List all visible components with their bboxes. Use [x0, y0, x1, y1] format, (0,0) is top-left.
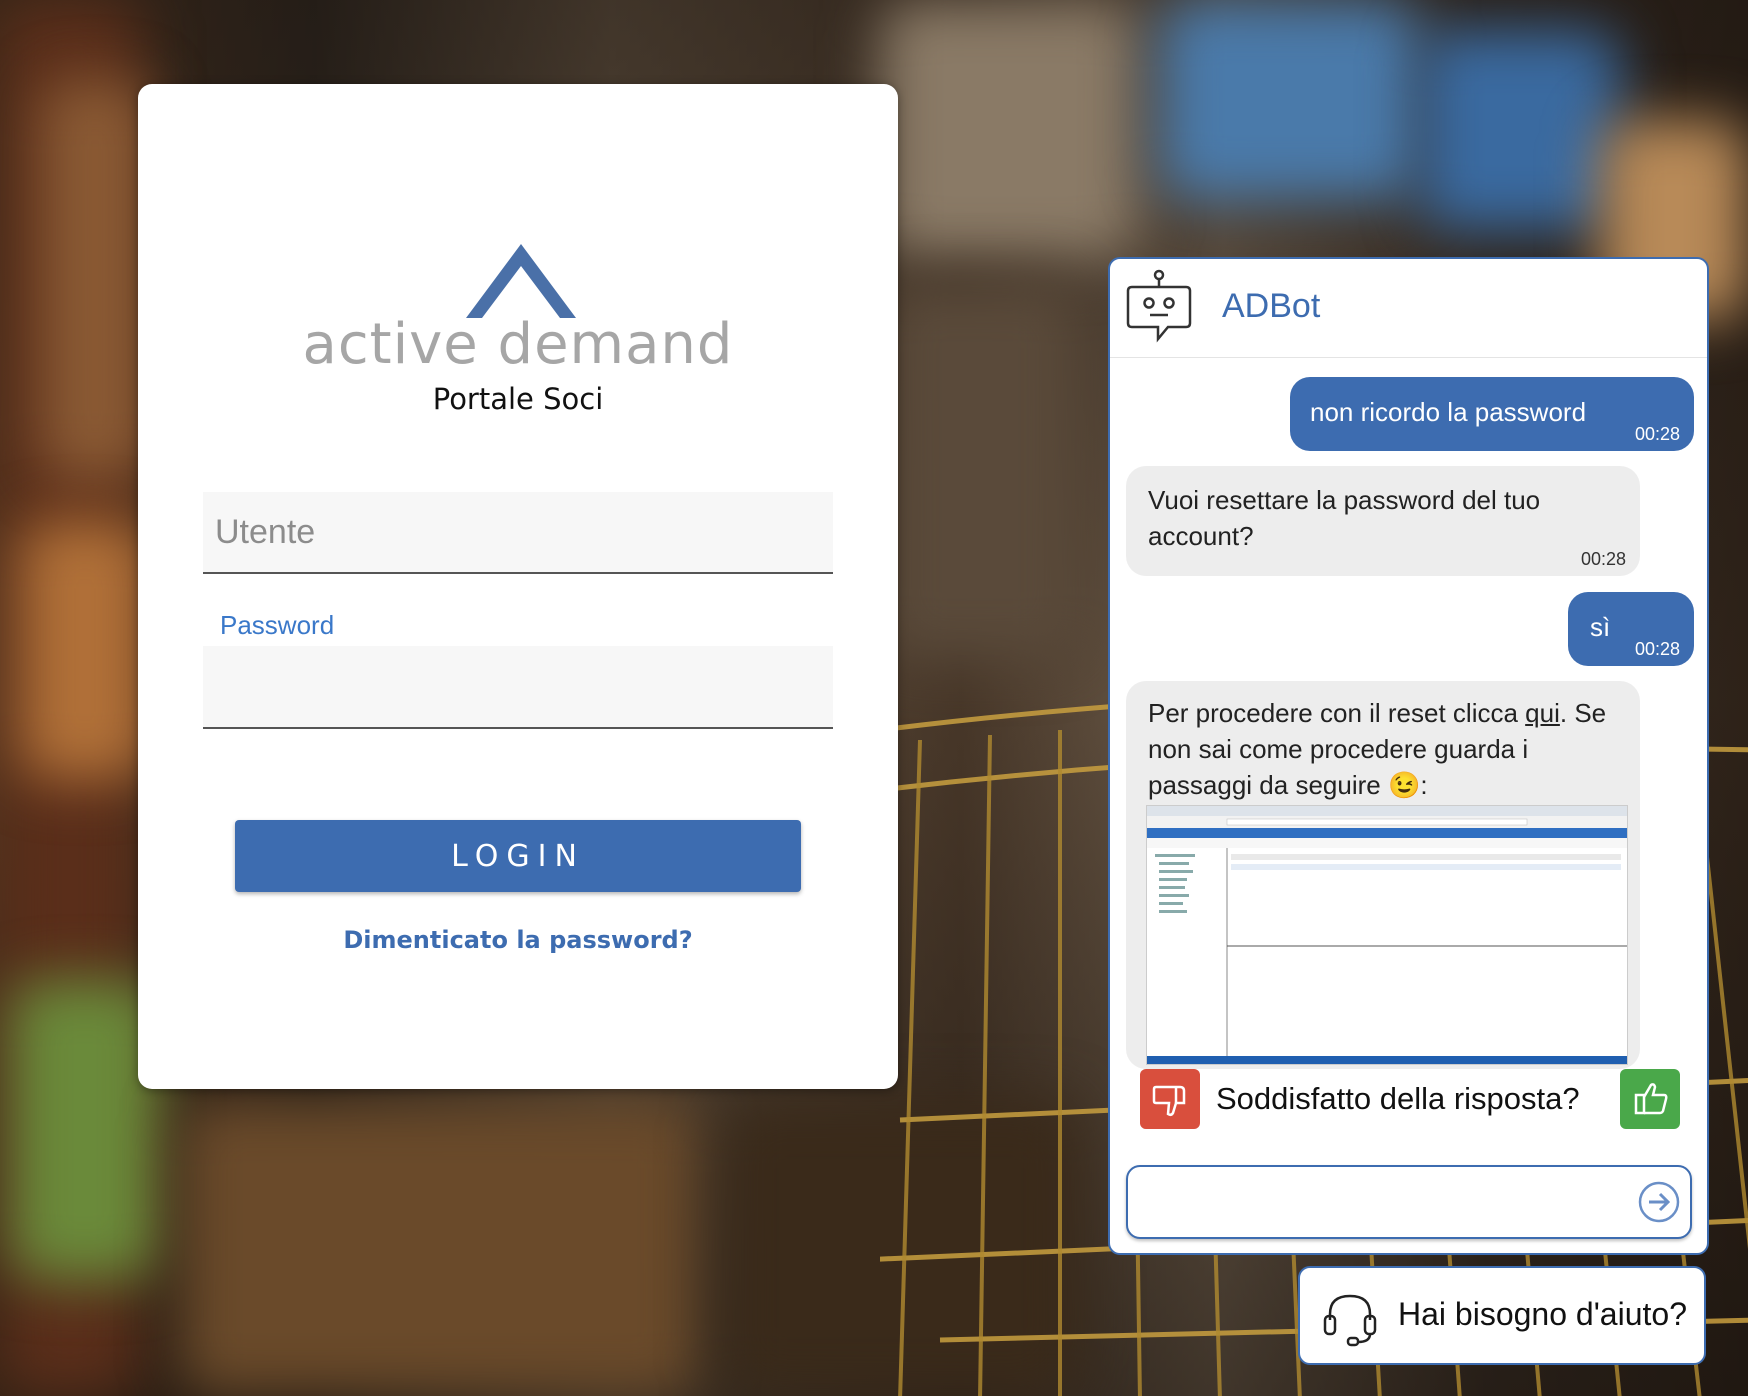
user-message: non ricordo la password 00:28 [1290, 377, 1694, 451]
message-time: 00:28 [1634, 424, 1680, 444]
chatbot-panel: ADBot non ricordo la password 00:28 Vuoi… [1108, 257, 1709, 1255]
user-message: sì 00:28 [1568, 592, 1694, 666]
reset-link[interactable]: qui [1525, 698, 1560, 728]
login-card: active demand Portale Soci Password LOGI… [138, 84, 898, 1089]
logo-text: active demand [302, 312, 734, 377]
message-text: non ricordo la password [1310, 397, 1587, 427]
message-time: 00:28 [1634, 639, 1680, 659]
portal-subtitle: Portale Soci [432, 382, 604, 416]
thumbs-up-button[interactable] [1620, 1069, 1680, 1129]
message-time: 00:28 [1580, 549, 1626, 569]
message-text-before-link: Per procedere con il reset clicca [1148, 698, 1526, 728]
forgot-password-link[interactable]: Dimenticato la password? [138, 926, 898, 954]
chat-message-input[interactable] [1128, 1167, 1640, 1237]
thumbs-up-icon [1634, 1083, 1668, 1115]
username-field-wrapper [203, 492, 833, 574]
send-button[interactable] [1638, 1181, 1680, 1223]
logo-roof-icon [466, 244, 576, 318]
bot-message: Per procedere con il reset clicca qui. S… [1126, 681, 1640, 1069]
thumbs-down-icon [1152, 1085, 1186, 1117]
help-button[interactable]: Hai bisogno d'aiuto? [1298, 1266, 1706, 1365]
feedback-question: Soddisfatto della risposta? [1216, 1081, 1580, 1116]
chat-input-box [1126, 1165, 1692, 1239]
arrow-right-circle-icon [1638, 1181, 1680, 1223]
robot-icon [1126, 269, 1192, 343]
help-label: Hai bisogno d'aiuto? [1398, 1296, 1687, 1332]
password-label: Password [220, 610, 335, 640]
chat-title: ADBot [1222, 287, 1321, 325]
username-input[interactable] [203, 492, 833, 572]
thumbs-down-button[interactable] [1140, 1069, 1200, 1129]
chat-header: ADBot [1110, 259, 1707, 358]
feedback-bar: Soddisfatto della risposta? [1140, 1069, 1680, 1131]
password-field-wrapper [203, 646, 833, 729]
bot-message: Vuoi resettare la password del tuo accou… [1126, 466, 1640, 576]
login-button[interactable]: LOGIN [235, 820, 801, 892]
message-text: sì [1590, 612, 1611, 642]
password-input[interactable] [203, 646, 833, 727]
screenshot-image [1147, 806, 1627, 1064]
headset-icon [1323, 1294, 1377, 1347]
message-text: Vuoi resettare la password del tuo accou… [1148, 485, 1541, 551]
instructions-screenshot[interactable] [1146, 805, 1628, 1065]
